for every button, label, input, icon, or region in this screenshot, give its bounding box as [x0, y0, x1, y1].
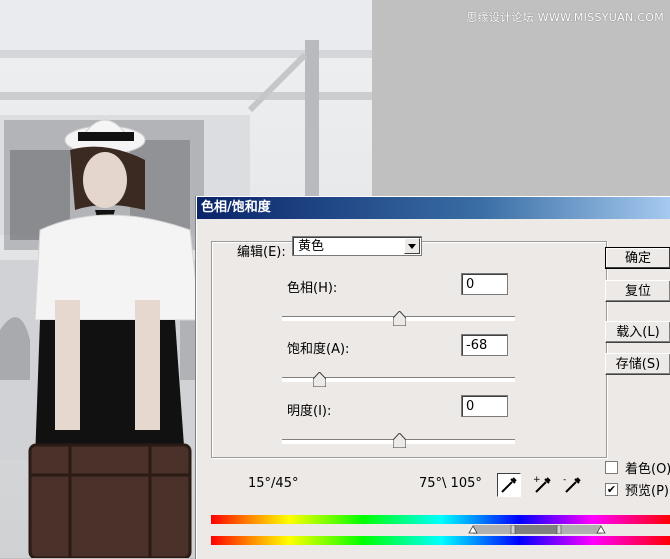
checkmark-icon: ✔ — [606, 483, 617, 496]
range-left-text: 15°/45° — [248, 476, 299, 491]
svg-text:-: - — [563, 475, 566, 485]
colorize-label: 着色(O) — [625, 462, 670, 477]
preview-checkbox[interactable]: ✔ — [605, 483, 618, 496]
save-button[interactable]: 存储(S) — [605, 353, 670, 375]
eyedropper-plus-icon[interactable]: + — [531, 473, 555, 497]
range-selector[interactable] — [211, 525, 670, 534]
preview-label: 预览(P) — [625, 484, 669, 499]
edit-label: 编辑(E): — [237, 245, 286, 260]
dialog-title[interactable]: 色相/饱和度 — [197, 197, 670, 219]
saturation-slider-thumb[interactable] — [313, 372, 327, 387]
saturation-input[interactable]: -68 — [461, 334, 508, 356]
edit-select-value: 黄色 — [298, 239, 325, 254]
lightness-slider-thumb[interactable] — [392, 433, 406, 448]
spectrum-top-bar — [211, 515, 670, 524]
load-button[interactable]: 载入(L) — [605, 321, 670, 343]
range-right-text: 75°\ 105° — [419, 476, 482, 491]
lightness-input[interactable]: 0 — [461, 395, 508, 417]
canvas-background — [372, 0, 670, 196]
ok-button[interactable]: 确定 — [605, 247, 670, 269]
hue-saturation-dialog: 色相/饱和度 编辑(E): 黄色 色相(H): 0 饱和度(A): -68 明度… — [196, 196, 670, 559]
adjustment-group — [211, 241, 607, 458]
spectrum-bottom-bar — [211, 536, 670, 545]
dropdown-arrow-icon[interactable] — [404, 238, 420, 254]
reset-button[interactable]: 复位 — [605, 280, 670, 302]
saturation-label: 饱和度(A): — [287, 342, 350, 357]
colorize-checkbox[interactable] — [605, 461, 618, 474]
svg-text:+: + — [533, 475, 541, 485]
hue-input[interactable]: 0 — [461, 273, 508, 295]
eyedropper-minus-icon[interactable]: - — [561, 473, 585, 497]
eyedropper-icon[interactable] — [497, 473, 521, 497]
lightness-label: 明度(I): — [287, 404, 332, 419]
hue-label: 色相(H): — [287, 281, 338, 296]
hue-slider-thumb[interactable] — [392, 311, 406, 326]
edit-select[interactable]: 黄色 — [292, 236, 422, 256]
watermark-text: 思缘设计论坛 WWW.MISSYUAN.COM — [466, 11, 664, 24]
